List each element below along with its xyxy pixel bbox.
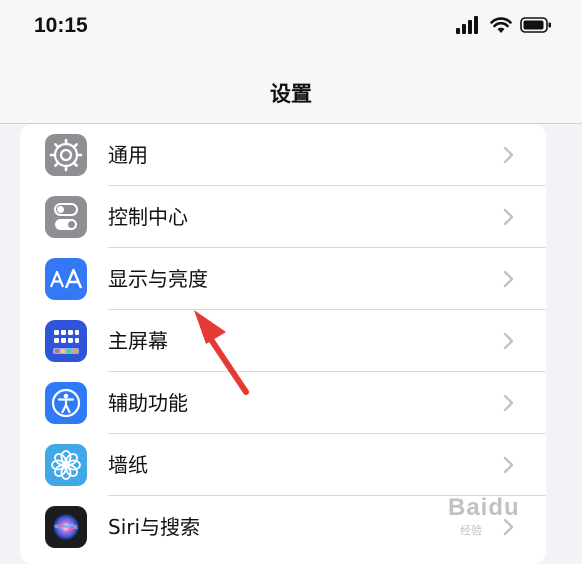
wifi-icon [490,17,512,33]
cellular-signal-icon [456,16,478,34]
home-grid-icon [45,320,87,362]
settings-item-label: Siri与搜索 [108,515,201,539]
settings-item-home-screen[interactable]: 主屏幕 [20,310,546,372]
settings-item-display-brightness[interactable]: 显示与亮度 [20,248,546,310]
chevron-right-icon [503,394,514,412]
status-bar: 10:15 [0,0,582,56]
settings-item-label: 主屏幕 [108,329,168,353]
chevron-right-icon [503,456,514,474]
chevron-right-icon [503,270,514,288]
settings-item-label: 墙纸 [108,453,148,477]
status-time: 10:15 [34,14,88,37]
settings-item-accessibility[interactable]: 辅助功能 [20,372,546,434]
text-size-icon [45,258,87,300]
settings-item-label: 控制中心 [108,205,188,229]
gear-icon [45,134,87,176]
flower-icon [45,444,87,486]
siri-icon [45,506,87,548]
settings-item-control-center[interactable]: 控制中心 [20,186,546,248]
settings-item-label: 通用 [108,143,148,167]
chevron-right-icon [503,146,514,164]
settings-item-label: 辅助功能 [108,391,188,415]
watermark-logo: Baidu [448,494,520,521]
status-icons [456,16,552,34]
page-title: 设置 [270,82,312,106]
toggles-icon [45,196,87,238]
navigation-bar: 设置 [0,56,582,124]
battery-icon [520,17,551,33]
settings-item-wallpaper[interactable]: 墙纸 [20,434,546,496]
annotation-arrow-icon [194,310,249,395]
accessibility-icon [45,382,87,424]
watermark-sub: 经验 [460,525,482,537]
chevron-right-icon [503,208,514,226]
chevron-right-icon [503,332,514,350]
settings-item-general[interactable]: 通用 [20,124,546,186]
